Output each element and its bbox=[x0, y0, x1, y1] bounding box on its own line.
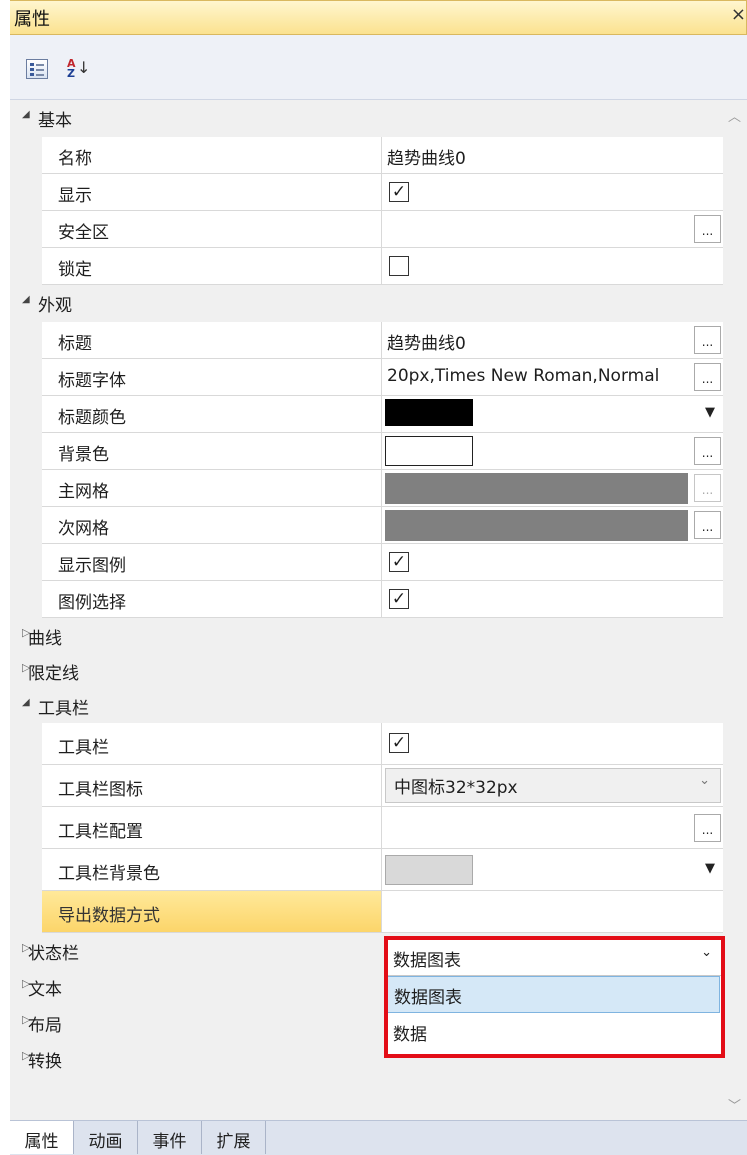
color-swatch[interactable] bbox=[385, 510, 688, 541]
color-swatch[interactable] bbox=[385, 473, 688, 504]
highlight-box bbox=[384, 936, 725, 1058]
property-label: 名称 bbox=[58, 149, 92, 169]
collapse-triangle-icon[interactable]: ◢ bbox=[22, 294, 30, 305]
category-basic[interactable]: ◢ 基本 bbox=[10, 100, 723, 137]
category-label: 布局 bbox=[28, 1016, 62, 1036]
property-row-background[interactable]: 背景色 ... bbox=[10, 433, 723, 470]
sort-az-icon[interactable]: A Z ↓ bbox=[66, 58, 90, 79]
close-icon[interactable]: × bbox=[731, 4, 746, 25]
select-value: 中图标32*32px bbox=[394, 778, 518, 798]
property-row-title-font[interactable]: 标题字体 20px,Times New Roman,Normal ... bbox=[10, 359, 723, 396]
property-row-show-legend[interactable]: 显示图例 ✓ bbox=[10, 544, 723, 581]
category-label: 状态栏 bbox=[28, 944, 79, 964]
property-toolbar: A Z ↓ bbox=[10, 35, 747, 100]
category-curve[interactable]: ▷ 曲线 bbox=[10, 618, 723, 653]
property-label: 安全区 bbox=[58, 223, 109, 243]
property-label: 次网格 bbox=[58, 519, 109, 539]
property-row-minor-grid[interactable]: 次网格 ... bbox=[10, 507, 723, 544]
legend-select-checkbox[interactable]: ✓ bbox=[389, 589, 409, 609]
show-legend-checkbox[interactable]: ✓ bbox=[389, 552, 409, 572]
property-row-export-mode[interactable]: 导出数据方式 bbox=[10, 891, 723, 933]
category-limit-line[interactable]: ▷ 限定线 bbox=[10, 653, 723, 688]
property-row-locked[interactable]: 锁定 bbox=[10, 248, 723, 285]
collapse-triangle-icon[interactable]: ◢ bbox=[22, 109, 30, 120]
scroll-up-icon[interactable]: ︿ bbox=[728, 106, 741, 125]
property-row-toolbar-icon[interactable]: 工具栏图标 中图标32*32px ⌄ bbox=[10, 765, 723, 807]
chevron-down-icon[interactable]: ⌄ bbox=[699, 773, 710, 788]
category-label: 文本 bbox=[28, 980, 62, 1000]
title-font-value[interactable]: 20px,Times New Roman,Normal bbox=[387, 366, 687, 386]
ellipsis-button[interactable]: ... bbox=[694, 814, 721, 842]
property-label: 显示 bbox=[58, 186, 92, 206]
ellipsis-button[interactable]: ... bbox=[694, 326, 721, 354]
category-label: 限定线 bbox=[28, 664, 79, 684]
property-label: 导出数据方式 bbox=[58, 906, 160, 926]
property-label: 工具栏背景色 bbox=[58, 864, 160, 884]
property-row-visible[interactable]: 显示 ✓ bbox=[10, 174, 723, 211]
tab-animation[interactable]: 动画 bbox=[74, 1121, 138, 1154]
category-label: 工具栏 bbox=[38, 699, 89, 719]
property-label: 显示图例 bbox=[58, 556, 126, 576]
property-row-safe-zone[interactable]: 安全区 ... bbox=[10, 211, 723, 248]
category-appearance[interactable]: ◢ 外观 bbox=[10, 285, 723, 322]
property-label: 工具栏图标 bbox=[58, 780, 143, 800]
property-row-major-grid[interactable]: 主网格 ... bbox=[10, 470, 723, 507]
property-label: 图例选择 bbox=[58, 593, 126, 613]
ellipsis-button[interactable]: ... bbox=[694, 363, 721, 391]
tab-properties[interactable]: 属性 bbox=[10, 1121, 74, 1154]
name-value-input[interactable]: 趋势曲线0 bbox=[387, 144, 466, 169]
toolbar-checkbox[interactable]: ✓ bbox=[389, 733, 409, 753]
ellipsis-button[interactable]: ... bbox=[694, 437, 721, 465]
property-row-legend-select[interactable]: 图例选择 ✓ bbox=[10, 581, 723, 618]
vertical-scrollbar[interactable]: ︿ ﹀ bbox=[723, 100, 747, 1120]
property-label: 工具栏 bbox=[58, 738, 109, 758]
ellipsis-button[interactable]: ... bbox=[694, 215, 721, 243]
categorized-view-icon[interactable] bbox=[26, 59, 48, 79]
scroll-down-icon[interactable]: ﹀ bbox=[728, 1095, 741, 1114]
title-value-input[interactable]: 趋势曲线0 bbox=[387, 329, 466, 354]
property-row-toolbar-bg[interactable]: 工具栏背景色 ▼ bbox=[10, 849, 723, 891]
tab-events[interactable]: 事件 bbox=[138, 1121, 202, 1154]
panel-titlebar: 属性 × bbox=[10, 0, 747, 35]
property-label: 主网格 bbox=[58, 482, 109, 502]
property-label: 标题字体 bbox=[58, 371, 126, 391]
category-label: 曲线 bbox=[28, 629, 62, 649]
property-label: 工具栏配置 bbox=[58, 822, 143, 842]
property-label: 背景色 bbox=[58, 445, 109, 465]
property-label: 标题颜色 bbox=[58, 408, 126, 428]
color-swatch[interactable] bbox=[385, 436, 473, 466]
category-label: 转换 bbox=[28, 1052, 62, 1072]
category-label: 基本 bbox=[38, 111, 72, 131]
color-swatch[interactable] bbox=[385, 855, 473, 885]
property-row-toolbar[interactable]: 工具栏 ✓ bbox=[10, 723, 723, 765]
visible-checkbox[interactable]: ✓ bbox=[389, 182, 409, 202]
property-row-toolbar-config[interactable]: 工具栏配置 ... bbox=[10, 807, 723, 849]
ellipsis-button[interactable]: ... bbox=[694, 511, 721, 539]
dropdown-arrow-icon[interactable]: ▼ bbox=[705, 861, 715, 876]
property-row-title-color[interactable]: 标题颜色 ▼ bbox=[10, 396, 723, 433]
toolbar-icon-select[interactable]: 中图标32*32px ⌄ bbox=[385, 768, 721, 803]
property-label: 锁定 bbox=[58, 260, 92, 280]
collapse-triangle-icon[interactable]: ◢ bbox=[22, 697, 30, 708]
property-label: 标题 bbox=[58, 334, 92, 354]
bottom-tab-bar: 属性 动画 事件 扩展 bbox=[10, 1120, 747, 1155]
property-row-title[interactable]: 标题 趋势曲线0 ... bbox=[10, 322, 723, 359]
locked-checkbox[interactable] bbox=[389, 256, 409, 276]
color-swatch[interactable] bbox=[385, 399, 473, 426]
dropdown-arrow-icon[interactable]: ▼ bbox=[705, 405, 715, 420]
category-toolbar[interactable]: ◢ 工具栏 bbox=[10, 688, 723, 723]
grid-empty-area bbox=[10, 1077, 723, 1120]
ellipsis-button[interactable]: ... bbox=[694, 474, 721, 502]
panel-title: 属性 bbox=[14, 9, 50, 30]
tab-extensions[interactable]: 扩展 bbox=[202, 1121, 266, 1154]
property-row-name[interactable]: 名称 趋势曲线0 bbox=[10, 137, 723, 174]
category-label: 外观 bbox=[38, 296, 72, 316]
